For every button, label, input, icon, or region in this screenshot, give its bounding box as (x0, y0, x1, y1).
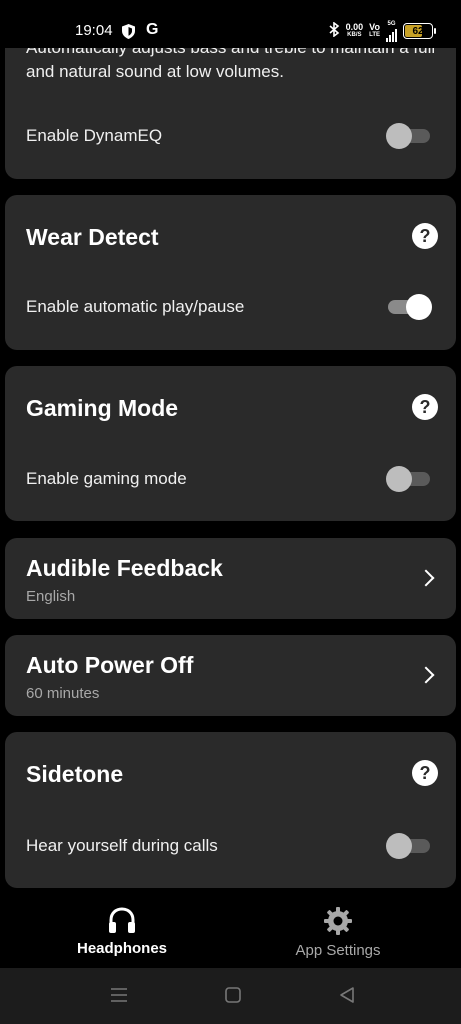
volte-top: Vo (369, 22, 380, 32)
nav-app-settings[interactable]: App Settings (238, 906, 438, 959)
shield-icon (122, 24, 135, 39)
gaming-mode-toggle[interactable] (386, 466, 430, 492)
sidetone-card: Sidetone ? Hear yourself during calls (5, 732, 456, 888)
status-bar: 19:04 G 0.00 KB/S Vo LTE 5G 62 (0, 0, 461, 48)
audible-feedback-value: English (26, 588, 76, 605)
auto-power-off-value: 60 minutes (26, 685, 100, 702)
gaming-mode-toggle-label: Enable gaming mode (26, 469, 187, 488)
data-rate-unit: KB/S (347, 32, 362, 38)
dynameq-toggle[interactable] (386, 123, 430, 149)
sidetone-title: Sidetone (26, 761, 124, 787)
signal-indicator: 5G (386, 20, 397, 42)
wear-detect-help-icon[interactable]: ? (412, 223, 438, 249)
nav-headphones-label: Headphones (76, 940, 167, 957)
audible-feedback-title: Audible Feedback (26, 555, 223, 581)
gear-icon (324, 907, 352, 935)
back-icon[interactable] (338, 986, 356, 1004)
sidetone-toggle-label: Hear yourself during calls (26, 836, 218, 855)
nav-headphones[interactable]: Headphones (22, 906, 222, 957)
chevron-right-icon (417, 569, 435, 587)
volte-indicator: Vo LTE (369, 23, 380, 39)
sidetone-toggle[interactable] (386, 833, 430, 859)
wear-detect-toggle[interactable] (388, 294, 432, 320)
auto-power-off-card[interactable]: Auto Power Off 60 minutes (5, 635, 456, 716)
menu-icon[interactable] (110, 986, 128, 1004)
signal-icon (386, 28, 397, 42)
network-type: 5G (387, 21, 396, 27)
bottom-navigation: Headphones App Settings (0, 898, 461, 968)
auto-power-off-title: Auto Power Off (26, 652, 194, 678)
system-navigation-bar (0, 968, 461, 1024)
wear-detect-toggle-label: Enable automatic play/pause (26, 297, 245, 316)
status-time: 19:04 (75, 22, 113, 39)
status-right-group: 0.00 KB/S Vo LTE 5G 62 (329, 20, 436, 42)
google-icon: G (146, 21, 159, 38)
gaming-mode-card: Gaming Mode ? Enable gaming mode (5, 366, 456, 521)
chevron-right-icon (417, 666, 435, 684)
volte-bottom: LTE (369, 32, 380, 38)
wear-detect-title: Wear Detect (26, 224, 159, 250)
data-rate-indicator: 0.00 KB/S (346, 23, 364, 39)
audible-feedback-card[interactable]: Audible Feedback English (5, 538, 456, 619)
gaming-mode-help-icon[interactable]: ? (412, 394, 438, 420)
battery-level: 62 (412, 25, 424, 37)
sidetone-help-icon[interactable]: ? (412, 760, 438, 786)
wear-detect-card: Wear Detect ? Enable automatic play/paus… (5, 195, 456, 350)
headphones-icon (109, 907, 135, 933)
data-rate-value: 0.00 (345, 22, 364, 32)
nav-app-settings-label: App Settings (295, 942, 381, 959)
battery-icon: 62 (403, 23, 436, 39)
dynameq-toggle-label: Enable DynamEQ (26, 126, 163, 145)
bluetooth-icon (329, 21, 340, 40)
gaming-mode-title: Gaming Mode (26, 395, 179, 421)
home-icon[interactable] (224, 986, 242, 1004)
